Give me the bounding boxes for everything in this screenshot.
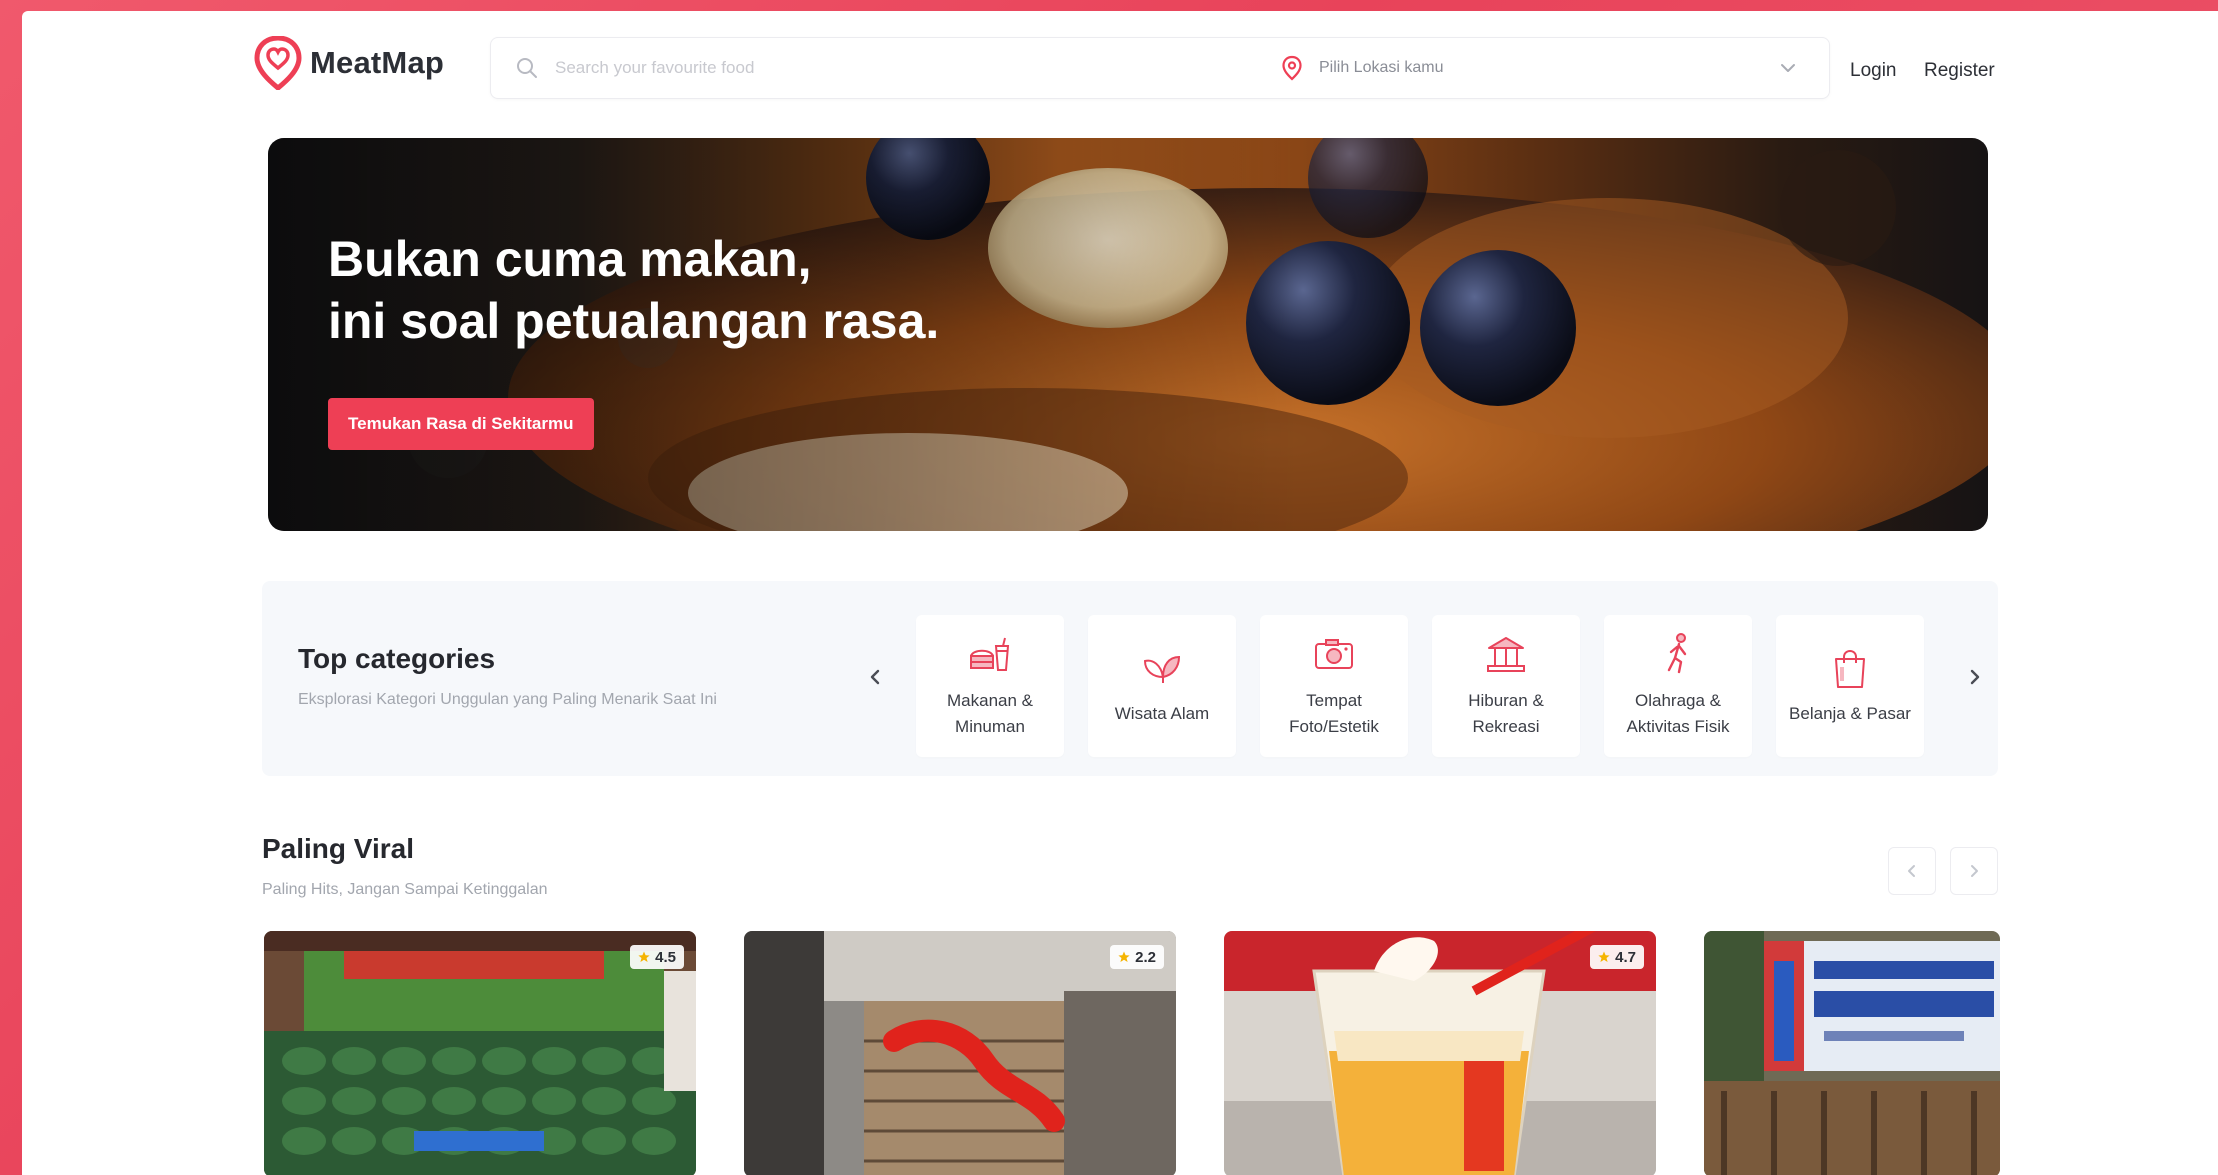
logo[interactable]: MeatMap (254, 35, 444, 91)
runner-icon (1667, 633, 1687, 674)
page: MeatMap Pilih Lokasi kamu Login Register (22, 11, 2218, 1175)
place-photo (1704, 931, 2000, 1175)
chevron-left-icon[interactable] (862, 663, 888, 691)
leaf-icon (1143, 655, 1181, 683)
star-icon (1118, 951, 1130, 962)
viral-next-button[interactable] (1950, 847, 1998, 895)
category-card-sports[interactable]: Olahraga & Aktivitas Fisik (1604, 615, 1752, 757)
hero-title-line-1: Bukan cuma makan, (328, 231, 812, 287)
hero-title: Bukan cuma makan, ini soal petualangan r… (328, 228, 1028, 352)
hero-banner: Bukan cuma makan, ini soal petualangan r… (268, 138, 1988, 531)
viral-title: Paling Viral (262, 833, 414, 864)
rating-badge: 4.7 (1590, 945, 1644, 969)
category-label: Makanan & Minuman (947, 691, 1033, 736)
chevron-left-icon (1908, 865, 1915, 877)
viral-card[interactable] (1704, 931, 2000, 1175)
rating-value: 4.5 (655, 948, 676, 966)
location-select[interactable]: Pilih Lokasi kamu (1281, 38, 1821, 98)
camera-icon (1315, 639, 1353, 669)
rating-value: 2.2 (1135, 948, 1156, 966)
star-icon (638, 951, 650, 962)
shopping-bag-icon (1835, 649, 1865, 688)
category-list: Makanan & Minuman Wisata Alam Tempat Fot… (916, 615, 1924, 757)
chevron-down-icon (1781, 64, 1795, 72)
rating-value: 4.7 (1615, 948, 1636, 966)
food-drink-icon (970, 637, 1010, 671)
map-pin-heart-icon (254, 36, 302, 90)
category-card-nature[interactable]: Wisata Alam (1088, 615, 1236, 757)
star-icon (1598, 951, 1610, 962)
category-label: Olahraga & Aktivitas Fisik (1626, 691, 1730, 736)
carousel-icon (1487, 637, 1525, 672)
category-card-food-drink[interactable]: Makanan & Minuman (916, 615, 1064, 757)
chevron-right-icon[interactable] (1962, 663, 1988, 691)
category-label: Hiburan & Rekreasi (1468, 691, 1544, 736)
top-categories-section: Top categories Eksplorasi Kategori Unggu… (262, 581, 1998, 776)
category-card-entertainment[interactable]: Hiburan & Rekreasi (1432, 615, 1580, 757)
viral-card[interactable]: 4.7 (1224, 931, 1656, 1175)
location-placeholder: Pilih Lokasi kamu (1319, 59, 1444, 76)
hero-title-line-2: ini soal petualangan rasa. (328, 293, 940, 349)
login-link[interactable]: Login (1850, 60, 1897, 82)
categories-subtitle: Eksplorasi Kategori Unggulan yang Paling… (298, 691, 717, 708)
search-icon (517, 58, 537, 78)
location-pin-icon (1282, 55, 1302, 81)
viral-card[interactable]: 4.5 (264, 931, 696, 1175)
viral-prev-button[interactable] (1888, 847, 1936, 895)
brand-name: MeatMap (310, 45, 445, 80)
category-card-shopping[interactable]: Belanja & Pasar (1776, 615, 1924, 757)
category-label: Wisata Alam (1114, 704, 1210, 723)
header: MeatMap Pilih Lokasi kamu Login Register (22, 11, 2218, 115)
find-taste-button[interactable]: Temukan Rasa di Sekitarmu (328, 398, 594, 450)
chevron-right-icon (1971, 865, 1978, 877)
search-bar: Pilih Lokasi kamu (490, 37, 1830, 99)
viral-card-list: 4.5 2.2 4.7 (264, 931, 2000, 1175)
viral-card[interactable]: 2.2 (744, 931, 1176, 1175)
category-label: Tempat Foto/Estetik (1289, 691, 1379, 736)
register-link[interactable]: Register (1924, 60, 1995, 82)
category-label: Belanja & Pasar (1789, 704, 1911, 723)
rating-badge: 4.5 (630, 945, 684, 969)
rating-badge: 2.2 (1110, 945, 1164, 969)
viral-subtitle: Paling Hits, Jangan Sampai Ketinggalan (262, 881, 548, 898)
category-card-photo-spot[interactable]: Tempat Foto/Estetik (1260, 615, 1408, 757)
search-input[interactable] (555, 58, 1235, 78)
categories-title: Top categories (298, 643, 496, 674)
